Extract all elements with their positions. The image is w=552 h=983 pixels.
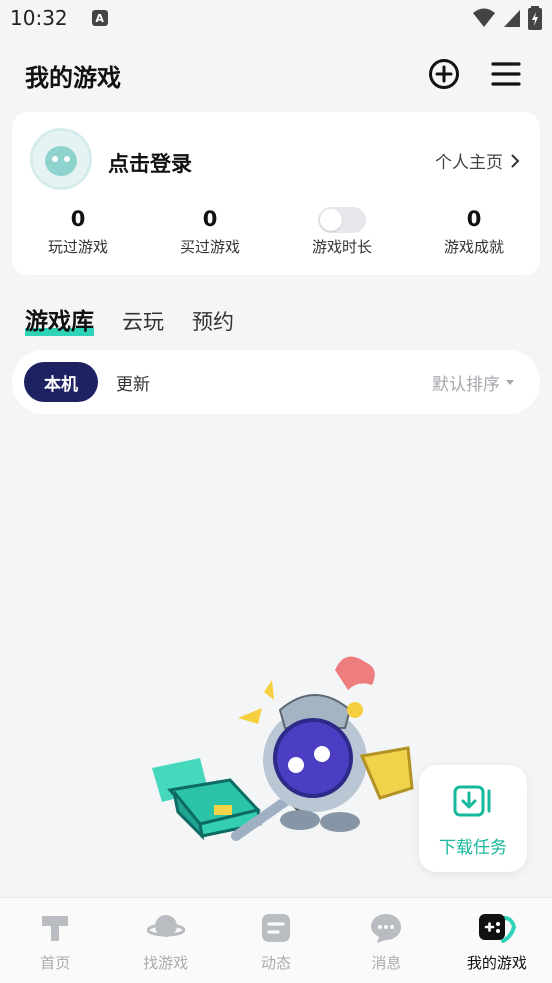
sort-label: 默认排序 <box>432 374 500 395</box>
tab-cloud-play[interactable]: 云玩 <box>122 306 164 336</box>
nav-label: 找游戏 <box>143 954 189 972</box>
stat-value: 0 <box>202 207 218 231</box>
download-task-label: 下载任务 <box>439 838 507 858</box>
stat-achievements[interactable]: 0 游戏成就 <box>408 206 540 257</box>
filter-local-button[interactable]: 本机 <box>24 362 98 402</box>
avatar[interactable] <box>30 128 92 190</box>
chevron-right-icon <box>511 154 520 167</box>
notification-a-icon: A <box>91 10 108 26</box>
filter-update-button[interactable]: 更新 <box>116 362 150 402</box>
nav-label: 我的游戏 <box>466 954 527 972</box>
tab-game-library[interactable]: 游戏库 <box>25 302 94 336</box>
bottom-nav: 首页 找游戏 动态 消息 我的游戏 <box>0 897 552 983</box>
hamburger-menu-icon <box>491 62 521 86</box>
nav-label: 动态 <box>261 954 292 972</box>
personal-homepage-link[interactable]: 个人主页 <box>435 148 520 173</box>
stat-play-time[interactable]: 游戏时长 <box>276 206 408 257</box>
status-icons <box>472 6 542 30</box>
personal-homepage-label: 个人主页 <box>435 153 503 173</box>
sort-dropdown[interactable]: 默认排序 <box>432 362 514 402</box>
login-prompt[interactable]: 点击登录 <box>108 148 192 178</box>
nav-item-home[interactable]: 首页 <box>0 898 110 983</box>
nav-label: 消息 <box>371 954 402 972</box>
menu-button[interactable] <box>488 56 524 92</box>
wifi-icon <box>473 8 495 27</box>
page-title: 我的游戏 <box>25 64 121 92</box>
stat-value: 0 <box>70 207 86 231</box>
tab-reservations[interactable]: 预约 <box>192 306 234 336</box>
stat-label: 游戏时长 <box>311 238 372 256</box>
stat-label: 买过游戏 <box>179 238 240 256</box>
feed-icon <box>262 914 291 942</box>
signal-icon <box>504 10 520 27</box>
empty-state-illustration <box>152 656 414 841</box>
toggle-knob <box>320 209 342 231</box>
status-time: 10:32 <box>10 6 68 30</box>
stat-value: 0 <box>466 207 482 231</box>
default-avatar-icon <box>33 131 89 187</box>
filter-bar: 本机 更新 默认排序 <box>12 350 540 414</box>
download-icon <box>453 785 491 817</box>
add-button[interactable] <box>426 56 462 92</box>
plus-circle-icon <box>429 59 459 89</box>
caret-down-icon <box>506 379 514 385</box>
chat-bubble-icon <box>371 914 402 943</box>
nav-item-messages[interactable]: 消息 <box>331 898 441 983</box>
nav-item-my-games[interactable]: 我的游戏 <box>442 898 552 983</box>
download-task-button[interactable]: 下载任务 <box>419 765 527 872</box>
nav-item-find-games[interactable]: 找游戏 <box>110 898 220 983</box>
library-tabs: 游戏库 云玩 预约 <box>25 296 262 336</box>
battery-icon <box>528 6 542 30</box>
stat-played-games[interactable]: 0 玩过游戏 <box>12 206 144 257</box>
gamepad-icon <box>478 914 516 943</box>
nav-label: 首页 <box>40 954 71 972</box>
stat-label: 游戏成就 <box>443 238 504 256</box>
status-bar: 10:32 A <box>0 0 552 36</box>
home-hammer-icon <box>42 916 69 941</box>
header: 我的游戏 <box>0 50 552 98</box>
nav-item-feed[interactable]: 动态 <box>221 898 331 983</box>
planet-icon <box>146 915 185 937</box>
profile-card: 点击登录 个人主页 0 玩过游戏 0 买过游戏 游戏时长 0 游戏成就 <box>12 112 540 275</box>
stat-bought-games[interactable]: 0 买过游戏 <box>144 206 276 257</box>
play-time-toggle[interactable] <box>318 207 366 233</box>
stat-label: 玩过游戏 <box>47 238 108 256</box>
